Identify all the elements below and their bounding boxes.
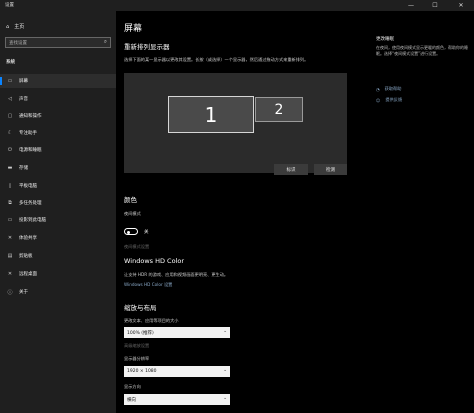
orientation-dropdown[interactable]: 横向 ⌄ — [124, 394, 230, 405]
sidebar-item-label: 通知和操作 — [19, 114, 42, 119]
night-light-toggle[interactable] — [124, 228, 138, 235]
right-panel-title: 更改睡眠 — [376, 37, 394, 42]
active-indicator — [0, 77, 2, 85]
sidebar-item-label: 剪贴板 — [19, 254, 33, 259]
sidebar-item-remote-desktop[interactable]: ✕ 远程桌面 — [0, 267, 116, 281]
sidebar-item-clipboard[interactable]: ▤ 剪贴板 — [0, 249, 116, 263]
sidebar-item-about[interactable]: ⓘ 关于 — [0, 285, 116, 299]
chevron-down-icon: ⌄ — [223, 396, 227, 401]
home-icon: ⌂ — [6, 23, 10, 30]
orientation-value: 横向 — [127, 397, 136, 403]
moon-icon: ☾ — [7, 130, 13, 136]
remote-icon: ✕ — [7, 271, 13, 277]
sidebar-item-focus-assist[interactable]: ☾ 专注助手 — [0, 126, 116, 140]
project-icon: ▭ — [7, 217, 13, 223]
clipboard-icon: ▤ — [7, 253, 13, 259]
sidebar-item-label: 远程桌面 — [19, 272, 37, 277]
display-icon: ▭ — [7, 78, 13, 84]
sidebar-item-tablet[interactable]: ▯ 平板电脑 — [0, 179, 116, 193]
sidebar: ⌂ 主页 查找设置 ⌕ 系统 ▭ 屏幕 ◁ 声音 ▢ 通知和操作 ☾ 专注助手 … — [0, 11, 116, 413]
detect-button[interactable]: 检测 — [314, 164, 347, 175]
title-bar: 设置 — ☐ ✕ — [0, 0, 474, 11]
get-help-link[interactable]: ◔ 获取帮助 — [376, 86, 401, 92]
search-icon[interactable]: ⌕ — [104, 39, 107, 46]
hdr-settings-link[interactable]: Windows HD Color 设置 — [124, 282, 172, 288]
sidebar-section-title: 系统 — [6, 60, 15, 65]
scale-dropdown[interactable]: 100% (推荐) ⌄ — [124, 327, 230, 338]
scale-value: 100% (推荐) — [127, 330, 154, 336]
sidebar-item-label: 屏幕 — [19, 79, 28, 84]
identify-button[interactable]: 标识 — [274, 164, 308, 175]
advanced-scaling-link[interactable]: 高级缩放设置 — [124, 343, 149, 349]
sidebar-item-notifications[interactable]: ▢ 通知和操作 — [0, 109, 116, 123]
monitor-1[interactable]: 1 — [168, 96, 254, 133]
power-icon: ⏻ — [8, 147, 12, 153]
sidebar-item-label: 体验共享 — [19, 236, 37, 241]
right-panel-description: 在夜间，使用夜间模式显示更暖的颜色，帮助你的睡眠。选择“夜间模式设置”进行设置。 — [376, 45, 468, 56]
resolution-value: 1920 × 1080 — [127, 369, 157, 374]
toggle-knob — [127, 230, 130, 234]
sidebar-item-display[interactable]: ▭ 屏幕 — [0, 74, 116, 88]
display-arrangement: 1 2 — [124, 73, 347, 173]
feedback-icon: ☺ — [376, 97, 381, 103]
multitask-icon: ⧉ — [8, 200, 12, 206]
tablet-icon: ▯ — [8, 183, 12, 189]
storage-icon: ▬ — [7, 165, 13, 171]
close-button[interactable]: ✕ — [452, 0, 470, 11]
hdr-heading: Windows HD Color — [124, 257, 185, 265]
arrange-heading: 重新排列显示器 — [124, 43, 170, 51]
sidebar-item-shared-experiences[interactable]: ✕ 体验共享 — [0, 231, 116, 245]
chevron-down-icon: ⌄ — [223, 329, 227, 334]
page-title: 屏幕 — [124, 24, 143, 34]
speaker-icon: ◁ — [8, 96, 12, 102]
color-heading: 颜色 — [124, 196, 137, 204]
sidebar-item-multitasking[interactable]: ⧉ 多任务处理 — [0, 196, 116, 210]
resolution-dropdown[interactable]: 1920 × 1080 ⌄ — [124, 366, 230, 377]
sidebar-item-label: 平板电脑 — [19, 184, 37, 189]
sidebar-item-label: 专注助手 — [19, 131, 37, 136]
scale-heading: 缩放与布局 — [124, 304, 157, 312]
chevron-down-icon: ⌄ — [223, 368, 227, 373]
night-light-settings-link[interactable]: 夜间模式设置 — [124, 244, 149, 250]
sidebar-item-storage[interactable]: ▬ 存储 — [0, 161, 116, 175]
resolution-label: 显示器分辨率 — [124, 356, 150, 361]
night-light-label: 夜间模式 — [124, 211, 141, 216]
share-icon: ✕ — [7, 235, 13, 241]
get-help-label: 获取帮助 — [384, 86, 402, 91]
sidebar-item-power[interactable]: ⏻ 电源和睡眠 — [0, 143, 116, 157]
give-feedback-label: 提供反馈 — [385, 97, 403, 102]
hdr-description: 让支持 HDR 的游戏、应用和视频画面更明亮、更生动。 — [124, 272, 229, 277]
main-content: 屏幕 重新排列显示器 选择下面的某一显示器以更改其设置。长按（或选择）一个显示器… — [116, 11, 474, 413]
sidebar-item-label: 关于 — [19, 290, 28, 295]
home-label: 主页 — [14, 24, 25, 30]
search-placeholder: 查找设置 — [9, 41, 27, 46]
notification-icon: ▢ — [7, 113, 13, 119]
sidebar-item-label: 声音 — [19, 97, 28, 102]
orientation-label: 显示方向 — [124, 384, 141, 389]
sidebar-item-label: 存储 — [19, 166, 28, 171]
maximize-button[interactable]: ☐ — [426, 0, 444, 11]
monitor-2[interactable]: 2 — [255, 97, 303, 122]
info-icon: ⓘ — [7, 289, 13, 296]
window-title: 设置 — [5, 3, 14, 8]
scale-label: 更改文本、应用等项目的大小 — [124, 318, 179, 323]
help-icon: ◔ — [376, 86, 380, 92]
search-input[interactable]: 查找设置 ⌕ — [5, 37, 111, 48]
sidebar-item-label: 投影到此电脑 — [19, 218, 46, 223]
sidebar-item-label: 多任务处理 — [19, 201, 42, 206]
sidebar-item-label: 电源和睡眠 — [19, 148, 42, 153]
home-link[interactable]: ⌂ 主页 — [6, 23, 25, 31]
give-feedback-link[interactable]: ☺ 提供反馈 — [376, 97, 402, 103]
night-light-state: 关 — [144, 230, 149, 235]
arrange-description: 选择下面的某一显示器以更改其设置。长按（或选择）一个显示器，然后通过拖动方式来重… — [124, 57, 309, 62]
sidebar-item-sound[interactable]: ◁ 声音 — [0, 92, 116, 106]
sidebar-item-project[interactable]: ▭ 投影到此电脑 — [0, 213, 116, 227]
minimize-button[interactable]: — — [402, 0, 420, 11]
